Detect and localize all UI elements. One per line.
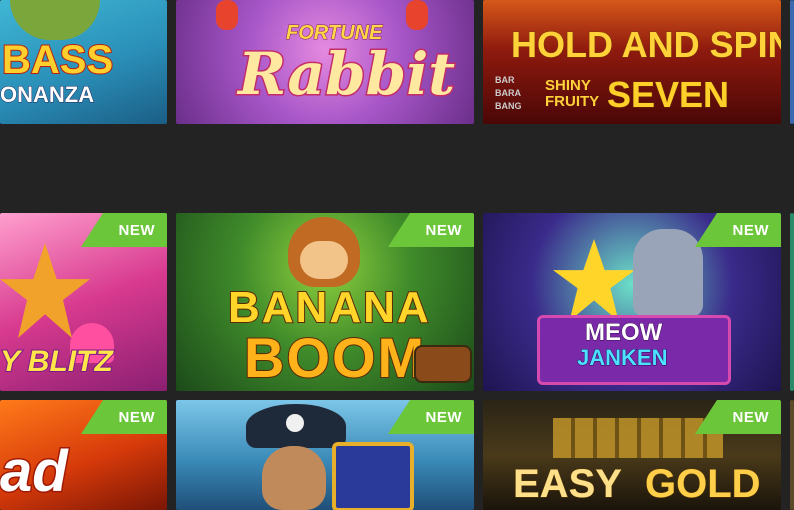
subtitle-small: SHINY FRUITY — [545, 78, 599, 110]
brand-line: BANG — [495, 101, 522, 111]
skull-icon — [286, 414, 304, 432]
game-tile-meow-janken[interactable]: MEOW JANKEN NEW — [483, 213, 781, 391]
game-title-line1: MEOW — [584, 319, 663, 347]
game-tile-partial[interactable] — [790, 0, 794, 124]
treasure-box-icon — [332, 442, 414, 510]
game-title-line1: BASS — [1, 37, 114, 83]
brand-line: BARA — [495, 88, 521, 98]
subtitle-seven: SEVEN — [606, 74, 730, 116]
game-title-line1: HOLD AND SPIN — [511, 24, 781, 66]
game-title: ad — [0, 438, 69, 506]
brand-logo: BAR BARA BANG — [495, 74, 537, 113]
monkey-face-icon — [300, 241, 348, 279]
game-tile-candy-blitz[interactable]: Y BLITZ NEW — [0, 213, 167, 391]
game-tile-partial[interactable] — [790, 400, 794, 510]
lantern-icon — [216, 0, 238, 30]
game-title-line2: GOLD — [645, 462, 762, 507]
game-title-line1: EASY — [513, 462, 623, 507]
game-tile-big-bass-bonanza[interactable]: BASS ONANZA — [0, 0, 167, 124]
game-tile-partial[interactable] — [790, 213, 794, 391]
subtitle-shiny: SHINY — [545, 77, 591, 94]
barrel-icon — [414, 345, 472, 383]
robot-cat-icon — [633, 229, 703, 317]
pirate-face-icon — [262, 446, 326, 510]
subtitle-fruity: FRUITY — [545, 93, 600, 110]
game-title-line2: JANKEN — [576, 345, 668, 371]
gold-bars-icon — [553, 418, 723, 458]
game-title: Y BLITZ — [0, 344, 114, 379]
game-title-line2: ONANZA — [0, 82, 95, 108]
game-title-line2: BOOM — [243, 325, 427, 390]
game-tile-hold-and-spin[interactable]: HOLD AND SPIN BAR BARA BANG SHINY FRUITY… — [483, 0, 781, 124]
game-tile-banana-boom[interactable]: BANANA BOOM NEW — [176, 213, 474, 391]
game-tile-fire-game[interactable]: ad NEW — [0, 400, 167, 510]
brand-line: BAR — [495, 75, 515, 85]
game-tile-fortune-rabbit[interactable]: FORTUNE Rabbit — [176, 0, 474, 124]
lantern-icon — [406, 0, 428, 30]
game-tile-easy-gold[interactable]: EASY GOLD NEW — [483, 400, 781, 510]
game-title-line2: Rabbit — [236, 39, 456, 110]
game-tile-pirate[interactable]: NEW — [176, 400, 474, 510]
